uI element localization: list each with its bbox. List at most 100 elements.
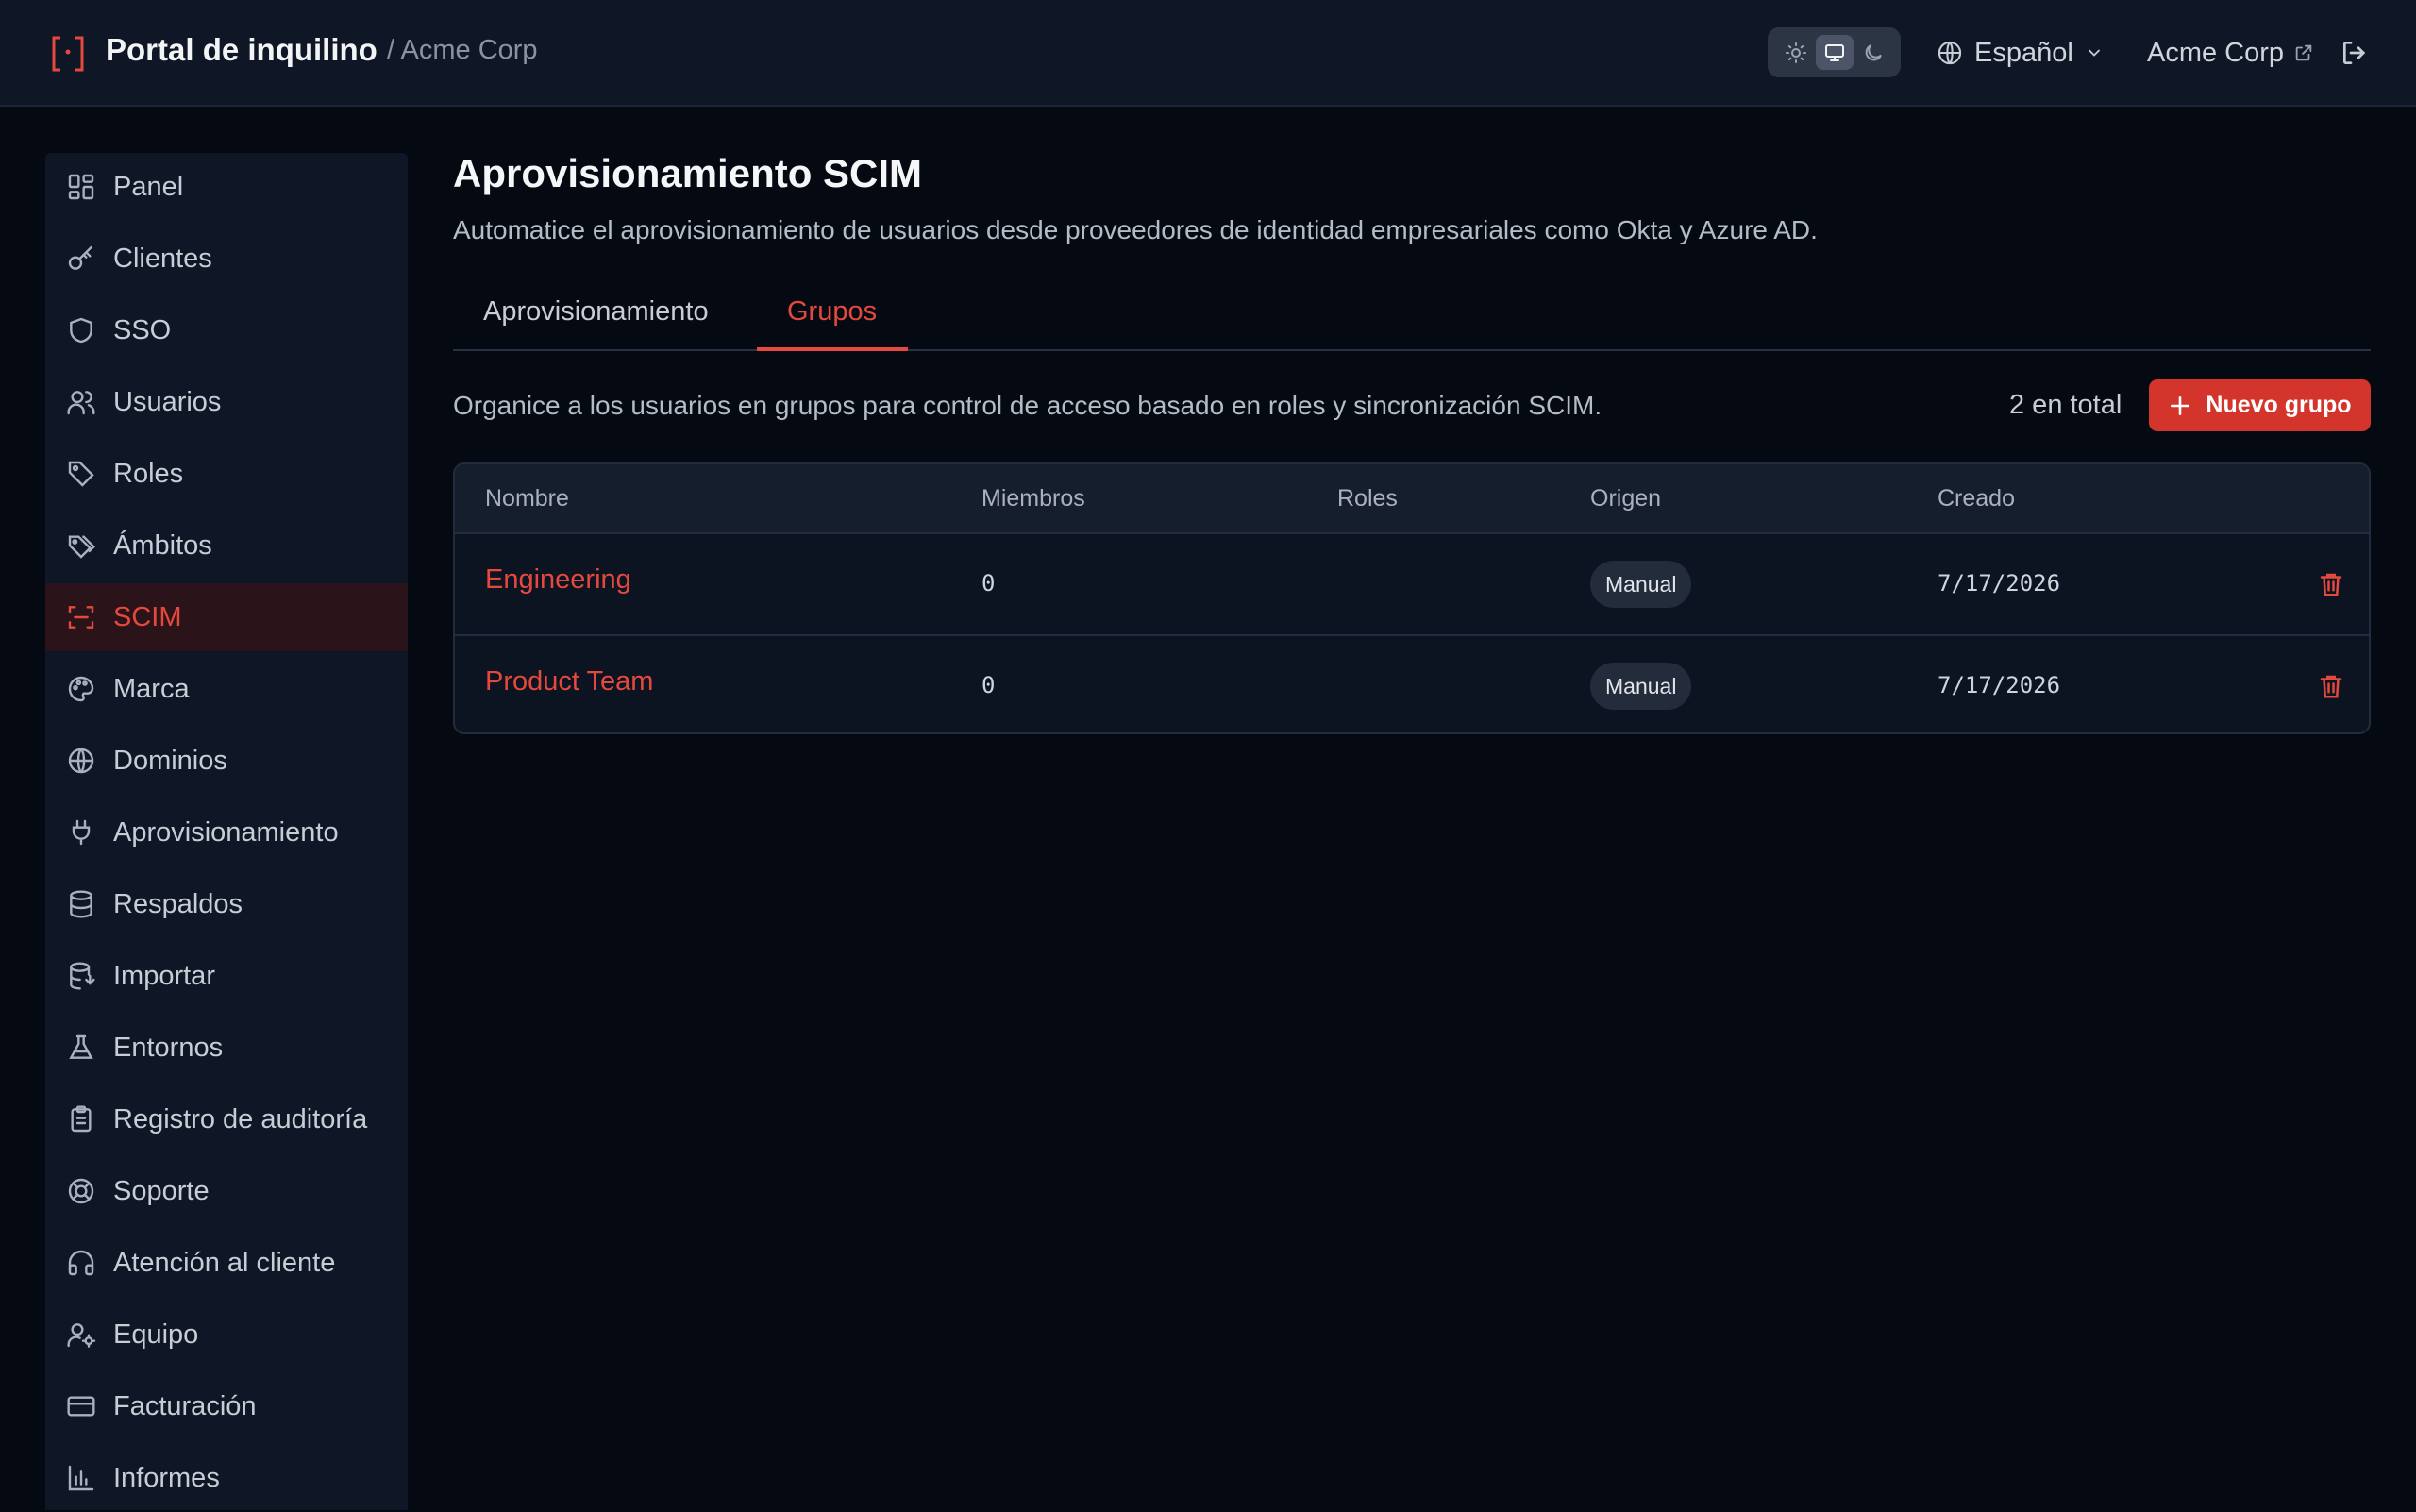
column-header-origen: Origen — [1590, 485, 1662, 512]
tab-grupos[interactable]: Grupos — [787, 296, 877, 353]
plus-icon — [2171, 395, 2190, 415]
external-link-icon — [2295, 44, 2312, 61]
sidebar-item-label: Soporte — [113, 1175, 210, 1206]
sidebar-item-label: Panel — [113, 171, 184, 202]
sidebar-item-importar[interactable]: Importar — [45, 942, 408, 1010]
sidebar-item-label: Dominios — [113, 745, 227, 776]
page-title: Aprovisionamiento SCIM — [453, 151, 923, 195]
origin-badge: Manual — [1590, 561, 1692, 608]
theme-switcher — [1768, 27, 1901, 77]
sidebar-item-panel[interactable]: Panel — [45, 153, 408, 221]
page-subtitle: Automatice el aprovisionamiento de usuar… — [453, 215, 1818, 244]
sidebar-item-label: Informes — [113, 1462, 220, 1493]
scan-icon — [68, 606, 94, 629]
tab-aprovisionamiento[interactable]: Aprovisionamiento — [483, 296, 709, 353]
created-date: 7/17/2026 — [1938, 672, 2061, 698]
sidebar-item-dominios[interactable]: Dominios — [45, 727, 408, 795]
tabs-divider — [453, 349, 2371, 351]
sidebar-item-sso[interactable]: SSO — [45, 296, 408, 364]
sidebar-item-label: Clientes — [113, 243, 212, 274]
theme-light-button[interactable] — [1777, 35, 1815, 70]
sidebar-item-clientes[interactable]: Clientes — [45, 225, 408, 293]
tags-icon — [68, 535, 96, 559]
sidebar-item-usuarios[interactable]: Usuarios — [45, 368, 408, 436]
tag-icon — [68, 461, 94, 487]
sidebar-item-label: SCIM — [113, 601, 182, 632]
breadcrumb: / Acme Corp — [387, 35, 538, 65]
globe-icon — [1938, 41, 1962, 65]
logout-icon[interactable] — [2340, 38, 2370, 68]
sidebar-item-scim[interactable]: SCIM — [45, 583, 408, 651]
new-group-button[interactable]: Nuevo grupo — [2149, 379, 2371, 431]
groups-table: Nombre Miembros Roles Origen Creado Engi… — [453, 462, 2371, 734]
groups-description: Organice a los usuarios en grupos para c… — [453, 391, 1602, 420]
sun-icon — [1786, 42, 1806, 63]
clipboard-icon — [71, 1105, 92, 1133]
sidebar-item-equipo[interactable]: Equipo — [45, 1301, 408, 1369]
language-label: Español — [1974, 37, 2073, 68]
plug-icon — [72, 819, 91, 846]
new-group-label: Nuevo grupo — [2206, 392, 2352, 418]
sidebar-item-label: Aprovisionamiento — [113, 816, 339, 848]
user-cog-icon — [67, 1323, 96, 1348]
bar-chart-icon — [68, 1465, 94, 1491]
sidebar-item-label: Usuarios — [113, 386, 222, 417]
database-icon — [70, 890, 92, 918]
table-header: Nombre Miembros Roles Origen Creado — [455, 464, 2369, 534]
sidebar-item-roles[interactable]: Roles — [45, 440, 408, 508]
delete-trash-icon[interactable] — [2317, 671, 2345, 701]
sidebar-item-label: Respaldos — [113, 888, 243, 919]
group-name-link[interactable]: Engineering — [485, 564, 631, 596]
theme-dark-button[interactable] — [1854, 35, 1892, 70]
column-header-creado: Creado — [1938, 485, 2015, 512]
column-header-roles: Roles — [1337, 485, 1398, 512]
sidebar-item-facturacion[interactable]: Facturación — [45, 1372, 408, 1440]
active-tab-indicator — [757, 347, 908, 351]
top-bar: Portal de inquilino / Acme Corp Español — [0, 0, 2416, 107]
delete-trash-icon[interactable] — [2317, 569, 2345, 599]
sidebar-item-respaldos[interactable]: Respaldos — [45, 870, 408, 938]
table-row: Product Team 0 Manual 7/17/2026 — [455, 634, 2369, 732]
sidebar-item-ambitos[interactable]: Ámbitos — [45, 512, 408, 580]
brand-logo-icon — [52, 36, 84, 72]
dashboard-icon — [68, 174, 94, 200]
sidebar-item-label: Marca — [113, 673, 190, 704]
sidebar-item-label: SSO — [113, 314, 172, 345]
sidebar-item-label: Registro de auditoría — [113, 1103, 368, 1134]
members-count: 0 — [982, 672, 996, 698]
sidebar-item-label: Equipo — [113, 1319, 199, 1350]
sidebar-item-soporte[interactable]: Soporte — [45, 1157, 408, 1225]
monitor-icon — [1825, 43, 1844, 61]
key-icon — [68, 245, 92, 270]
credit-card-icon — [67, 1396, 95, 1417]
origin-badge: Manual — [1590, 663, 1692, 710]
moon-icon — [1865, 43, 1882, 60]
sidebar-item-informes[interactable]: Informes — [45, 1444, 408, 1512]
sidebar-item-registro-auditoria[interactable]: Registro de auditoría — [45, 1085, 408, 1153]
app-title[interactable]: Portal de inquilino — [106, 32, 378, 68]
column-header-miembros: Miembros — [982, 485, 1085, 512]
headphones-icon — [68, 1250, 94, 1276]
sidebar-item-label: Roles — [113, 458, 184, 489]
language-selector[interactable]: Español — [1937, 34, 2104, 72]
palette-icon — [68, 676, 94, 702]
globe-icon — [68, 748, 94, 774]
sidebar-item-label: Entornos — [113, 1032, 224, 1063]
created-date: 7/17/2026 — [1938, 570, 2061, 596]
sidebar-item-marca[interactable]: Marca — [45, 655, 408, 723]
sidebar: Panel Clientes SSO Usuarios Roles Ámbito… — [45, 153, 408, 1510]
sidebar-item-atencion-cliente[interactable]: Atención al cliente — [45, 1229, 408, 1297]
users-icon — [67, 391, 95, 415]
flask-icon — [69, 1034, 93, 1059]
sidebar-item-label: Ámbitos — [113, 529, 212, 561]
database-import-icon — [70, 962, 95, 990]
org-external-link[interactable]: Acme Corp — [2147, 34, 2314, 72]
shield-icon — [70, 317, 92, 344]
total-count: 2 en total — [2009, 390, 2122, 420]
sidebar-item-entornos[interactable]: Entornos — [45, 1014, 408, 1082]
sidebar-item-aprovisionamiento[interactable]: Aprovisionamiento — [45, 798, 408, 866]
org-link-label: Acme Corp — [2147, 37, 2285, 68]
theme-system-button[interactable] — [1816, 35, 1854, 70]
sidebar-item-label: Facturación — [113, 1390, 257, 1421]
group-name-link[interactable]: Product Team — [485, 666, 653, 697]
